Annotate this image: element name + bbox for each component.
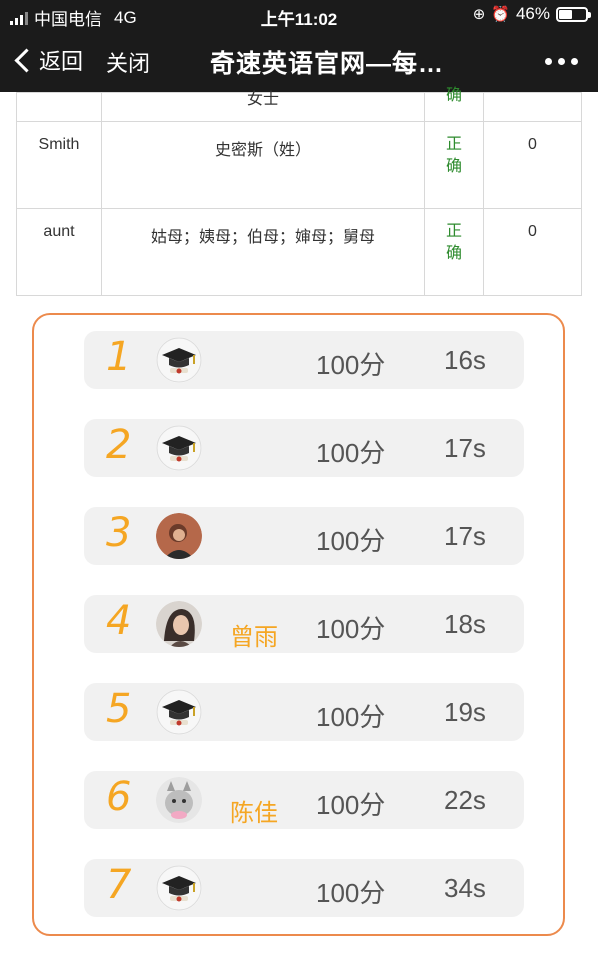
word-result-table: 女士 确 Smith 史密斯（姓） 正 确 0 aunt 姑母；姨母；伯母；婶母… (16, 87, 582, 296)
rank-time: 18s (444, 609, 486, 639)
rank-time: 34s (444, 873, 486, 903)
count-cell: 0 (483, 208, 582, 296)
page-title: 奇速英语官网—每… (210, 50, 445, 78)
ranking-row[interactable]: 1 100分 16s (84, 331, 524, 389)
battery-percent: 46% (515, 4, 550, 23)
meaning-cell: 姑母；姨母；伯母；婶母；舅母 (101, 208, 425, 296)
rank-score: 100分 (316, 702, 386, 732)
table-row: Smith 史密斯（姓） 正 确 0 (16, 121, 582, 209)
photo-avatar (156, 777, 202, 823)
ranking-row[interactable]: 4 曾雨 100分 18s (84, 595, 524, 653)
graduation-cap-avatar (156, 865, 202, 911)
more-dot-icon (558, 58, 565, 65)
rank-time: 22s (444, 785, 486, 815)
table-row: aunt 姑母；姨母；伯母；婶母；舅母 正 确 0 (16, 208, 582, 296)
count-cell: 0 (483, 121, 582, 209)
ranking-row[interactable]: 7 100分 34s (84, 859, 524, 917)
more-dot-icon (545, 58, 552, 65)
more-dot-icon (571, 58, 578, 65)
rank-user-name: 陈佳 (230, 800, 278, 827)
ranking-row[interactable]: 6 陈佳 100分 22s (84, 771, 524, 829)
chevron-left-icon (14, 47, 39, 73)
graduation-cap-avatar (156, 425, 202, 471)
rank-number: 4 (106, 598, 132, 644)
graduation-cap-avatar (156, 689, 202, 735)
rank-score: 100分 (316, 614, 386, 644)
rank-number: 3 (106, 510, 132, 556)
photo-avatar (156, 601, 202, 647)
rank-time: 19s (444, 697, 486, 727)
graduation-cap-avatar (156, 337, 202, 383)
rank-number: 7 (106, 862, 132, 908)
rank-time: 17s (444, 521, 486, 551)
rank-number: 6 (106, 774, 132, 820)
count-cell (483, 92, 582, 122)
ranking-row[interactable]: 3 100分 17s (84, 507, 524, 565)
rank-score: 100分 (316, 878, 386, 908)
word-cell: Smith (16, 121, 102, 209)
rank-score: 100分 (316, 526, 386, 556)
alarm-icon: ⏰ (491, 6, 510, 23)
status-bar: 中国电信 4G 上午11:02 ⊕ ⏰ 46% (0, 0, 598, 30)
back-button[interactable]: 返回 (14, 44, 83, 76)
back-label: 返回 (39, 49, 84, 74)
more-menu-button[interactable] (545, 58, 578, 65)
ranking-row[interactable]: 5 100分 19s (84, 683, 524, 741)
result-cell: 正 确 (424, 208, 484, 296)
nav-bar: 返回 关闭 奇速英语官网—每… (0, 30, 598, 92)
word-cell (16, 92, 102, 122)
close-button[interactable]: 关闭 (106, 46, 150, 78)
ranking-panel: 1 100分 16s 2 100分 17s 3 100分 17s 4 曾雨 10… (32, 313, 565, 936)
word-cell: aunt (16, 208, 102, 296)
rank-score: 100分 (316, 790, 386, 820)
battery-icon (556, 6, 591, 22)
result-cell: 正 确 (424, 121, 484, 209)
rank-time: 17s (444, 433, 486, 463)
rank-number: 2 (106, 422, 132, 468)
status-right: ⊕ ⏰ 46% (472, 4, 591, 24)
rank-number: 5 (106, 686, 132, 732)
table-row: 女士 确 (16, 87, 582, 122)
rank-number: 1 (106, 334, 132, 380)
meaning-cell: 女士 (101, 91, 425, 122)
rank-score: 100分 (316, 438, 386, 468)
meaning-cell: 史密斯（姓） (101, 121, 425, 209)
result-cell: 确 (424, 87, 484, 122)
rank-score: 100分 (316, 350, 386, 380)
ranking-row[interactable]: 2 100分 17s (84, 419, 524, 477)
rank-user-name: 曾雨 (230, 624, 278, 651)
rank-time: 16s (444, 345, 486, 375)
photo-avatar (156, 513, 202, 559)
rotation-lock-icon: ⊕ (472, 6, 486, 23)
